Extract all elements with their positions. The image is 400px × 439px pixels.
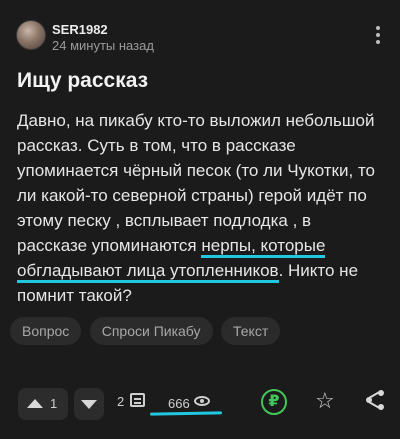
tag[interactable]: Вопрос bbox=[10, 317, 82, 345]
comment-icon[interactable] bbox=[130, 393, 145, 407]
post-body: Давно, на пикабу кто-то выложил небольшо… bbox=[17, 108, 385, 308]
tag[interactable]: Спроси Пикабу bbox=[89, 317, 213, 345]
highlighted-text: обгладывают лица утопленников bbox=[17, 261, 279, 283]
post-time: 24 минуты назад bbox=[52, 38, 154, 53]
highlight-underline bbox=[149, 411, 223, 416]
upvote-button[interactable]: 1 bbox=[18, 388, 68, 420]
post-footer: 1 2 666 ₽ ☆ bbox=[0, 384, 400, 424]
author-name[interactable]: SER1982 bbox=[52, 22, 108, 37]
rating-value: 1 bbox=[50, 396, 58, 411]
post-header: SER1982 24 минуты назад bbox=[16, 20, 386, 54]
upvote-icon bbox=[27, 399, 43, 408]
share-icon[interactable] bbox=[366, 390, 384, 410]
tag-list: Вопрос Спроси Пикабу Текст bbox=[10, 317, 284, 347]
avatar[interactable] bbox=[16, 20, 46, 50]
dots-menu-icon[interactable] bbox=[370, 26, 386, 46]
body-text: Давно, на пикабу кто-то выложил небольшо… bbox=[17, 111, 375, 255]
downvote-button[interactable] bbox=[74, 388, 104, 420]
ruble-icon[interactable]: ₽ bbox=[261, 389, 287, 415]
views-count: 666 bbox=[168, 396, 190, 411]
highlighted-text: нерпы, которые bbox=[201, 236, 326, 258]
tag[interactable]: Текст bbox=[220, 317, 281, 345]
comments-count[interactable]: 2 bbox=[117, 394, 124, 409]
post-title[interactable]: Ищу рассказ bbox=[17, 69, 148, 93]
eye-icon bbox=[194, 396, 210, 406]
star-icon[interactable]: ☆ bbox=[315, 388, 335, 414]
downvote-icon bbox=[81, 400, 97, 409]
